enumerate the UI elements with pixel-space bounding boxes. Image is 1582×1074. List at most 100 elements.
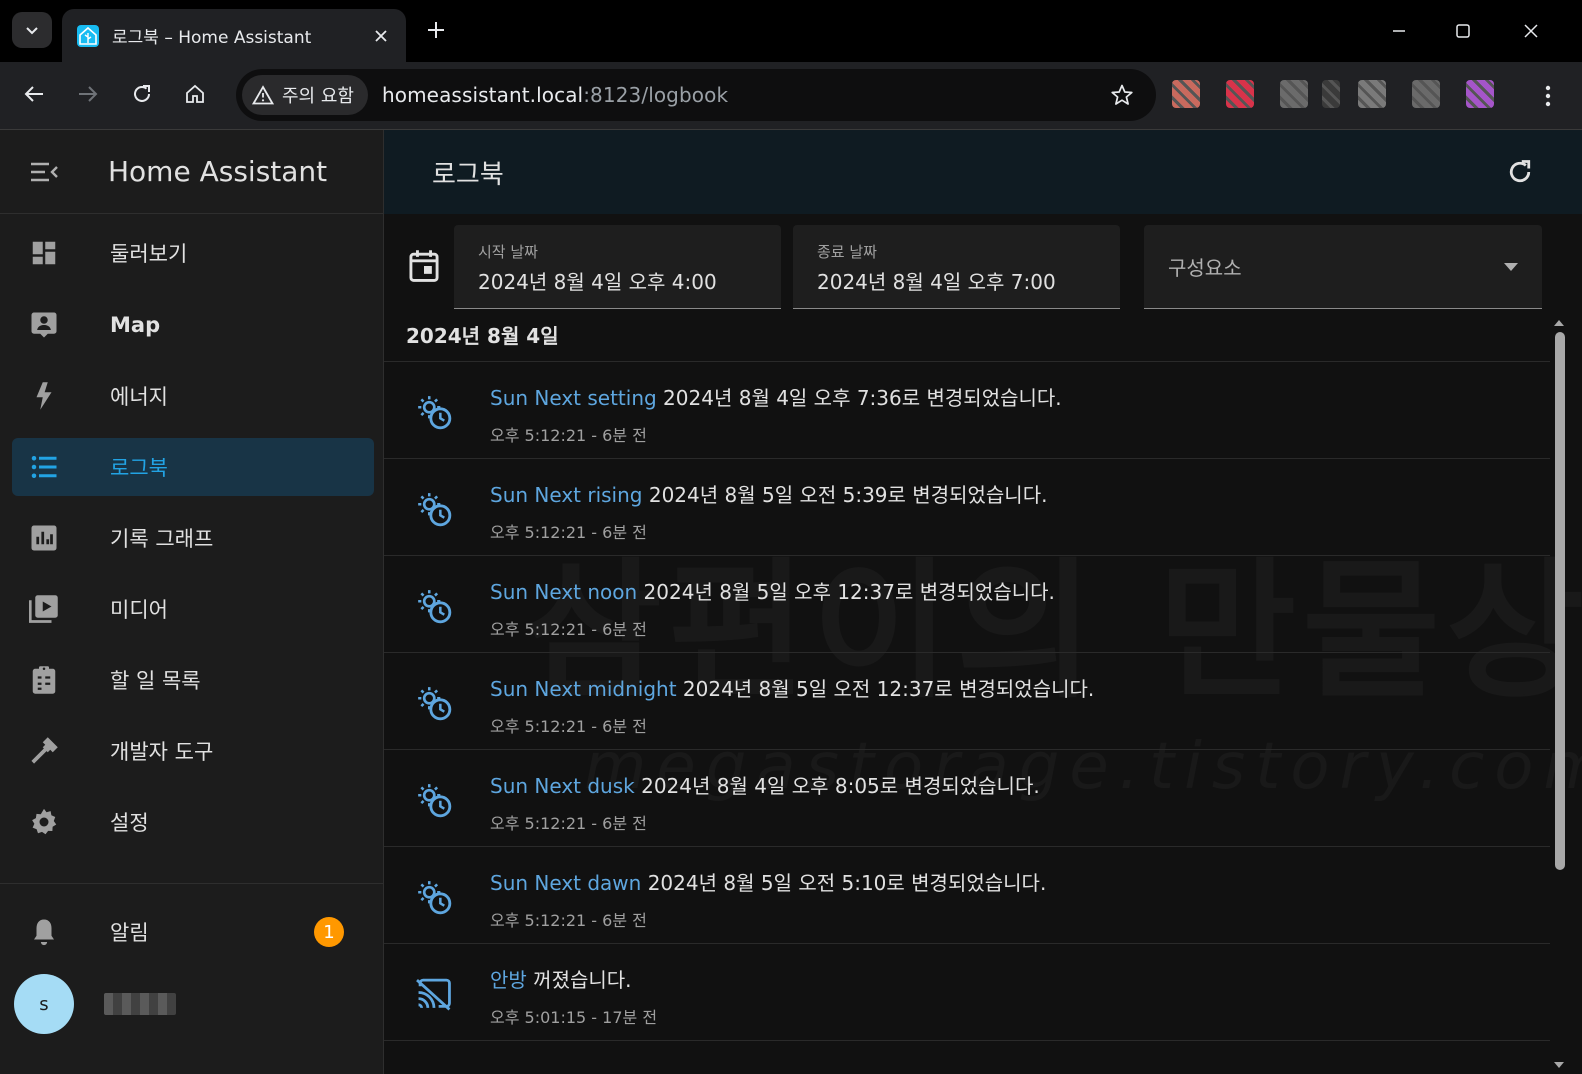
entry-timestamp: 오후 5:12:21 - 6분 전 (490, 620, 647, 639)
notification-badge: 1 (314, 917, 344, 947)
scroll-up-arrow[interactable] (1554, 320, 1564, 326)
entry-text: 2024년 8월 4일 오후 8:05로 변경되었습니다. (634, 774, 1040, 798)
end-date-field[interactable]: 종료 날짜 2024년 8월 4일 오후 7:00 (793, 225, 1120, 309)
entity-picker-placeholder: 구성요소 (1168, 256, 1242, 280)
forward-button[interactable] (70, 76, 106, 112)
sidebar-item-notifications[interactable]: 알림 1 (12, 903, 374, 961)
arrow-left-icon (24, 86, 43, 102)
sidebar-item-label: Map (110, 313, 161, 337)
sidebar-item-todo[interactable]: 할 일 목록 (12, 651, 374, 709)
sidebar-item-media[interactable]: 미디어 (12, 580, 374, 638)
sun-clock-icon (414, 392, 454, 432)
entry-text: 2024년 8월 4일 오후 7:36로 변경되었습니다. (656, 386, 1062, 410)
entity-link[interactable]: Sun Next rising (490, 483, 642, 507)
logbook-entry: 안방 꺼졌습니다. 오후 5:01:15 - 17분 전 (384, 944, 1550, 1041)
logbook-entry: Sun Next noon 2024년 8월 5일 오후 12:37로 변경되었… (384, 556, 1550, 653)
entity-link[interactable]: Sun Next setting (490, 386, 657, 410)
entity-link[interactable]: Sun Next dawn (490, 871, 641, 895)
url-host: homeassistant.local (381, 83, 584, 107)
home-assistant-logo-icon (77, 24, 99, 47)
extension-icon[interactable] (1280, 80, 1308, 108)
more-vertical-icon (1545, 85, 1551, 107)
chart-box-icon (12, 523, 76, 553)
security-label: 주의 요함 (282, 86, 354, 107)
end-date-label: 종료 날짜 (817, 243, 877, 261)
extension-icon[interactable] (1172, 80, 1200, 108)
star-icon (1111, 84, 1133, 105)
entity-link[interactable]: Sun Next midnight (490, 677, 677, 701)
close-icon (1524, 24, 1538, 38)
entry-text: 2024년 8월 5일 오후 12:37로 변경되었습니다. (637, 580, 1055, 604)
home-button[interactable] (177, 76, 213, 112)
page-header: 로그북 (384, 130, 1582, 214)
entry-message: Sun Next dawn 2024년 8월 5일 오전 5:10로 변경되었습… (490, 867, 1046, 896)
entry-timestamp: 오후 5:12:21 - 6분 전 (490, 426, 647, 445)
entity-link[interactable]: Sun Next dusk (490, 774, 635, 798)
cog-icon (12, 807, 76, 837)
entity-picker[interactable]: 구성요소 (1144, 225, 1542, 309)
scrollbar[interactable] (1552, 320, 1566, 1070)
browser-tab-active[interactable]: 로그북 – Home Assistant (62, 9, 406, 62)
entry-timestamp: 오후 5:12:21 - 6분 전 (490, 717, 647, 736)
cast-off-icon (414, 974, 454, 1014)
logbook-entry: Sun Next rising 2024년 8월 5일 오전 5:39로 변경되… (384, 459, 1550, 556)
minimize-button[interactable] (1384, 16, 1414, 46)
reload-button[interactable] (124, 76, 160, 112)
sidebar-user-profile[interactable]: s (14, 974, 376, 1034)
sun-clock-icon (414, 489, 454, 529)
format-list-icon (12, 452, 76, 482)
sidebar-item-label: 알림 (110, 921, 149, 945)
logbook-filters: 시작 날짜 2024년 8월 4일 오후 4:00 종료 날짜 2024년 8월… (384, 225, 1582, 309)
sidebar-item-logbook[interactable]: 로그북 (12, 438, 374, 496)
extension-icon[interactable] (1226, 80, 1254, 108)
address-bar[interactable]: 주의 요함 homeassistant.local:8123/logbook (236, 69, 1156, 121)
browser-tab-bar: 로그북 – Home Assistant (0, 0, 1582, 62)
sidebar-item-energy[interactable]: 에너지 (12, 367, 374, 425)
plus-icon (428, 22, 444, 38)
maximize-button[interactable] (1448, 16, 1478, 46)
new-tab-button[interactable] (420, 14, 452, 46)
tab-search-button[interactable] (12, 12, 52, 48)
arrow-right-icon (79, 86, 98, 102)
start-date-field[interactable]: 시작 날짜 2024년 8월 4일 오후 4:00 (454, 225, 781, 309)
sidebar-item-label: 둘러보기 (110, 242, 188, 266)
end-date-value: 2024년 8월 4일 오후 7:00 (817, 270, 1056, 294)
sidebar-item-history[interactable]: 기록 그래프 (12, 509, 374, 567)
sidebar-toggle-button[interactable] (0, 130, 88, 214)
entity-link[interactable]: Sun Next noon (490, 580, 637, 604)
calendar-icon[interactable] (408, 249, 440, 287)
scroll-thumb[interactable] (1555, 332, 1565, 870)
sidebar-item-settings[interactable]: 설정 (12, 793, 374, 851)
dropdown-arrow-icon (1504, 262, 1518, 271)
sidebar-item-label: 로그북 (110, 456, 168, 480)
back-button[interactable] (16, 76, 52, 112)
browser-menu-button[interactable] (1534, 78, 1562, 114)
bookmark-button[interactable] (1108, 81, 1136, 109)
play-box-icon (12, 594, 76, 624)
sidebar-item-label: 미디어 (110, 598, 168, 622)
entity-link[interactable]: 안방 (490, 968, 527, 992)
close-window-button[interactable] (1516, 16, 1546, 46)
sun-clock-icon (414, 780, 454, 820)
entry-message: 안방 꺼졌습니다. (490, 964, 632, 993)
avatar: s (14, 974, 74, 1034)
sidebar-item-label: 에너지 (110, 385, 168, 409)
extension-icon[interactable] (1466, 80, 1494, 108)
site-security-chip[interactable]: 주의 요함 (242, 75, 368, 115)
extension-icon[interactable] (1358, 80, 1386, 108)
sidebar-item-overview[interactable]: 둘러보기 (12, 224, 374, 282)
sidebar-item-label: 개발자 도구 (110, 740, 214, 764)
menu-open-icon (31, 162, 58, 181)
start-date-label: 시작 날짜 (478, 243, 538, 261)
tab-title: 로그북 – Home Assistant (112, 28, 312, 48)
dashboard-icon (12, 238, 76, 268)
sidebar-item-developer-tools[interactable]: 개발자 도구 (12, 722, 374, 780)
refresh-button[interactable] (1502, 154, 1538, 190)
extension-icon[interactable] (1322, 80, 1340, 108)
url-text: homeassistant.local:8123/logbook (382, 83, 728, 107)
tab-close-button[interactable] (370, 25, 392, 47)
sidebar-item-map[interactable]: Map (12, 296, 374, 354)
extension-icon[interactable] (1412, 80, 1440, 108)
url-path: :8123/logbook (583, 83, 729, 107)
scroll-down-arrow[interactable] (1554, 1062, 1564, 1068)
